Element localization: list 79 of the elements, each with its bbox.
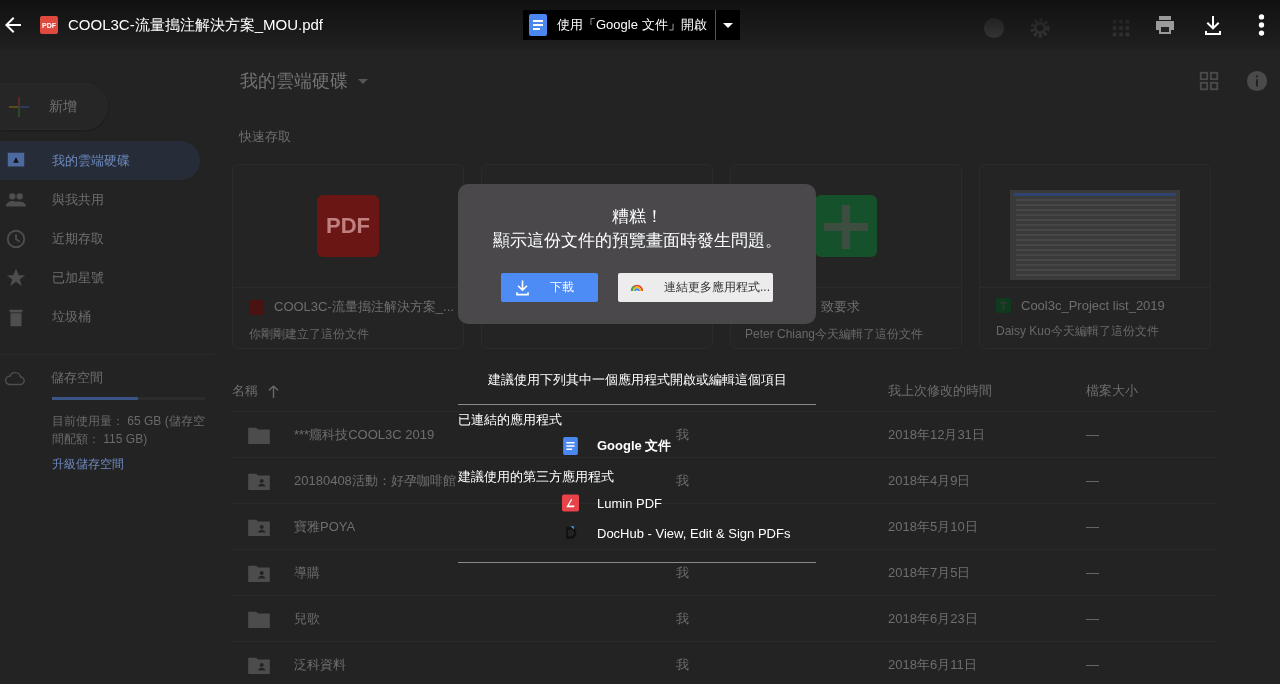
section-label: 建議使用的第三方應用程式 xyxy=(458,468,614,486)
folder-icon xyxy=(248,425,270,444)
section-label: 快速存取 xyxy=(239,128,291,146)
document-title: COOL3C-流量搗注解決方案_MOU.pdf xyxy=(68,15,324,35)
column-header[interactable]: 我上次修改的時間 xyxy=(888,382,992,400)
modified-date: 2018年7月5日 xyxy=(888,563,971,582)
apps-grid-icon xyxy=(1110,17,1132,39)
file-name: 泛科資料 xyxy=(294,655,346,674)
activity-text: Daisy Kuo今天編輯了這份文件 xyxy=(995,323,1160,340)
column-header[interactable]: 檔案大小 xyxy=(1086,382,1138,400)
nav-item[interactable]: 垃圾桶 xyxy=(0,297,200,336)
app-item[interactable]: Google 文件 xyxy=(562,431,672,461)
shared-folder-icon xyxy=(248,517,270,536)
dialog-title: 糟糕！ xyxy=(610,206,664,228)
new-button[interactable]: 新增 xyxy=(0,83,108,130)
file-name: 導購 xyxy=(294,563,320,582)
connect-apps-button[interactable]: 連結更多應用程式... xyxy=(618,273,773,302)
file-name: 寶雅POYA xyxy=(294,517,356,536)
shared-folder-icon xyxy=(248,471,270,490)
print-icon xyxy=(1153,13,1177,37)
file-size: — xyxy=(1086,473,1099,488)
more-vertical-icon xyxy=(1257,14,1265,36)
plus-tile-icon xyxy=(815,195,877,257)
nav-item[interactable]: 我的雲端硬碟 xyxy=(0,141,200,180)
download-icon xyxy=(513,278,532,297)
info-icon xyxy=(1246,70,1268,92)
shared-folder-icon xyxy=(248,563,270,582)
file-size: — xyxy=(1086,657,1099,672)
modified-date: 2018年4月9日 xyxy=(888,471,971,490)
modified-date: 2018年12月31日 xyxy=(888,425,985,444)
section-label: 已連結的應用程式 xyxy=(458,411,562,429)
owner-text: 我 xyxy=(676,471,689,490)
file-size: — xyxy=(1086,611,1099,626)
modified-date: 2018年6月23日 xyxy=(888,609,978,628)
file-size: — xyxy=(1086,519,1099,534)
grid-view-icon xyxy=(1198,70,1220,92)
caret-down-icon xyxy=(722,22,733,28)
storage-label: 儲存空間 xyxy=(51,369,103,387)
file-name: 兒歌 xyxy=(294,609,320,628)
owner-text: 我 xyxy=(676,425,689,444)
file-name: 致要求 xyxy=(821,298,860,316)
activity-text: 你剛剛建立了這份文件 xyxy=(248,326,370,343)
file-name: COOL3C-流量搗注解決方案_... xyxy=(274,298,454,316)
storage-usage: 目前使用量： 65 GB (儲存空間配額： 115 GB) xyxy=(52,413,206,448)
folder-icon xyxy=(248,609,270,628)
owner-text: 我 xyxy=(676,609,689,628)
column-header[interactable]: 名稱 xyxy=(232,382,258,400)
file-size: — xyxy=(1086,427,1099,442)
file-size: — xyxy=(1086,565,1099,580)
lumin-logo-icon xyxy=(562,494,579,512)
modified-date: 2018年5月10日 xyxy=(888,517,978,536)
file-card[interactable]: Cool3c_Project list_2019 Daisy Kuo今天編輯了這份文件 xyxy=(979,164,1211,349)
nav-item[interactable]: 近期存取 xyxy=(0,219,200,258)
settings-icon xyxy=(1029,17,1051,39)
file-card[interactable]: PDF COOL3C-流量搗注解決方案_... 你剛剛建立了這份文件 xyxy=(232,164,464,349)
plus-icon xyxy=(7,94,31,119)
modified-date: 2018年6月11日 xyxy=(888,655,977,674)
docs-icon xyxy=(562,437,579,455)
file-name: 20180408活動：好孕咖啡館 xyxy=(294,471,456,490)
nav-item[interactable]: 已加星號 xyxy=(0,258,200,297)
caret-icon xyxy=(358,78,368,84)
suggestion-heading: 建議使用下列其中一個應用程式開啟或編輯這個項目 xyxy=(486,371,788,389)
spreadsheet-file-icon xyxy=(996,298,1011,313)
owner-text: 我 xyxy=(676,655,689,674)
file-name: Cool3c_Project list_2019 xyxy=(1021,298,1165,313)
sort-up-arrow-icon xyxy=(268,384,279,398)
clock-icon xyxy=(5,227,27,250)
upgrade-storage-link[interactable]: 升級儲存空間 xyxy=(52,456,124,473)
app-item[interactable]: Lumin PDF xyxy=(562,488,663,518)
folder-title-dropdown[interactable]: 我的雲端硬碟 xyxy=(232,69,368,93)
shared-folder-icon xyxy=(248,655,270,674)
app-item[interactable]: DocHub - View, Edit & Sign PDFs xyxy=(562,518,791,548)
docs-icon xyxy=(529,14,547,36)
nav-item[interactable]: 與我共用 xyxy=(0,180,200,219)
pdf-thumbnail-icon: PDF xyxy=(317,195,379,257)
owner-text: 我 xyxy=(676,563,689,582)
file-name: ***癮科技COOL3C 2019 xyxy=(294,425,435,444)
activity-text: Peter Chiang今天編輯了這份文件 xyxy=(744,326,925,343)
download-button[interactable]: 下載 xyxy=(501,273,598,302)
